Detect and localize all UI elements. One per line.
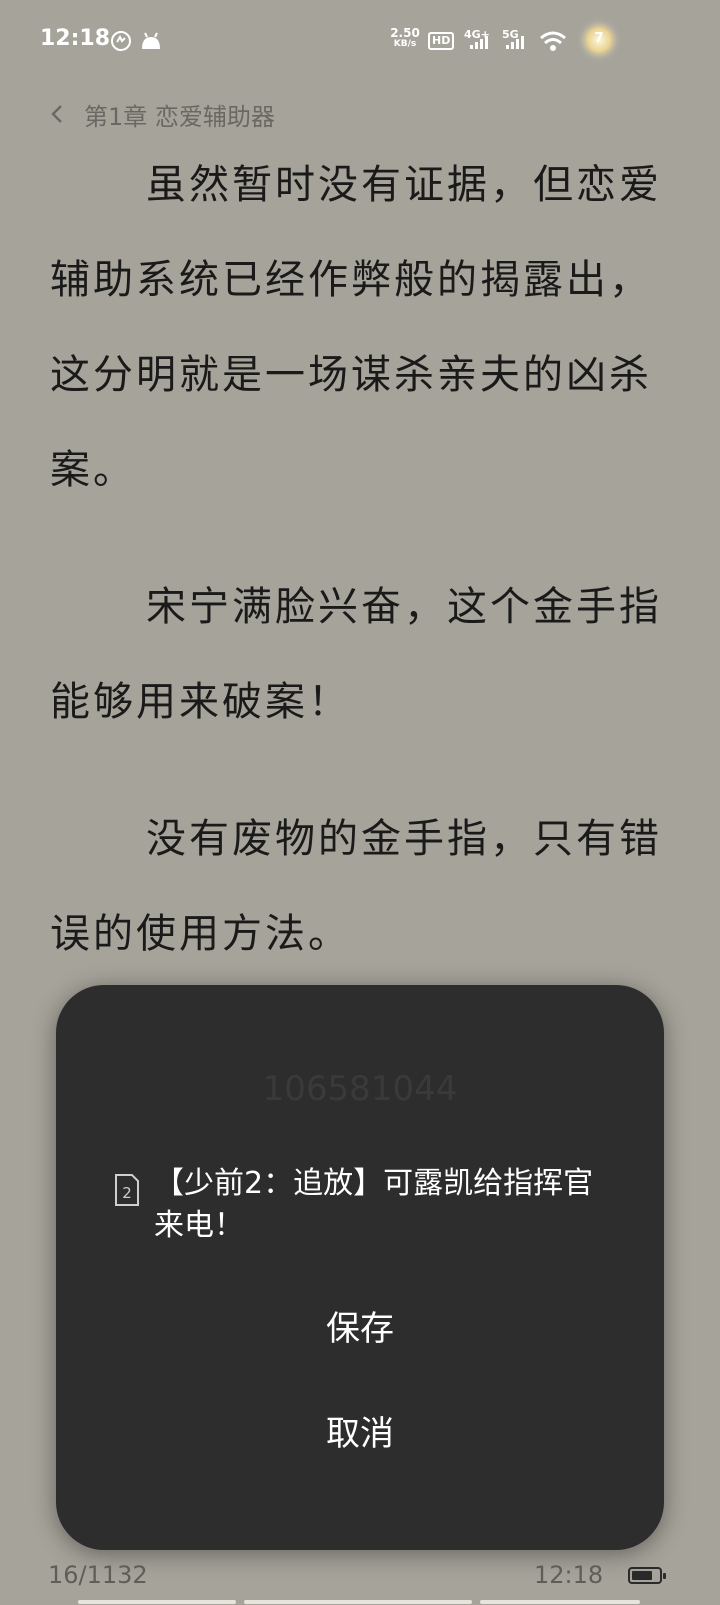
back-chevron-icon[interactable]: [46, 102, 70, 126]
speed-value: 2.50: [390, 26, 420, 40]
svg-text:2: 2: [122, 1184, 132, 1202]
wifi-icon: [540, 31, 566, 51]
paragraph: 虽然暂时没有证据，但恋爱辅助系统已经作弊般的揭露出，这分明就是一场谋杀亲夫的凶杀…: [50, 162, 662, 493]
nav-handle-left[interactable]: [78, 1600, 236, 1604]
cancel-button[interactable]: 取消: [56, 1390, 664, 1470]
sender-number: 106581044: [262, 1069, 458, 1109]
signal-5g-icon: [506, 36, 524, 49]
notification-dialog: 106581044 2 【少前2：追放】可露凯给指挥官来电！ 保存 取消: [56, 985, 664, 1550]
app-notification-icon: [111, 31, 131, 51]
badge-text: 7: [594, 31, 604, 46]
paragraph: 宋宁满脸兴奋，这个金手指能够用来破案！: [50, 584, 662, 725]
status-bar: 12:18 2.50 KB/s HD 4G+ 5G 7: [0, 0, 720, 84]
nav-handle-center[interactable]: [244, 1600, 472, 1604]
speed-unit: KB/s: [393, 39, 417, 49]
sim-card-2-icon: 2: [115, 1174, 139, 1206]
save-button[interactable]: 保存: [56, 1285, 664, 1365]
nav-handle-right[interactable]: [480, 1600, 640, 1604]
notification-badge: 7: [585, 26, 613, 54]
android-icon: [142, 32, 160, 49]
chapter-title: 第1章 恋爱辅助器: [84, 102, 275, 131]
page-indicator: 16/1132: [48, 1561, 148, 1589]
battery-icon: [628, 1567, 666, 1584]
hd-voice-icon: HD: [428, 32, 455, 50]
reader-content: 虽然暂时没有证据，但恋爱辅助系统已经作弊般的揭露出，这分明就是一场谋杀亲夫的凶杀…: [50, 138, 680, 1024]
reader-footer: 16/1132 12:18: [0, 1545, 720, 1605]
signal-4g-icon: [470, 36, 488, 49]
battery-level: [632, 1571, 652, 1580]
footer-time: 12:18: [534, 1561, 604, 1589]
message-row: 2 【少前2：追放】可露凯给指挥官来电！: [114, 1163, 614, 1247]
paragraph: 没有废物的金手指，只有错误的使用方法。: [50, 816, 662, 957]
chapter-header[interactable]: 第1章 恋爱辅助器: [46, 96, 275, 132]
message-text: 【少前2：追放】可露凯给指挥官来电！: [154, 1166, 594, 1243]
network-speed: 2.50 KB/s: [386, 26, 424, 50]
status-time: 12:18: [40, 26, 111, 51]
